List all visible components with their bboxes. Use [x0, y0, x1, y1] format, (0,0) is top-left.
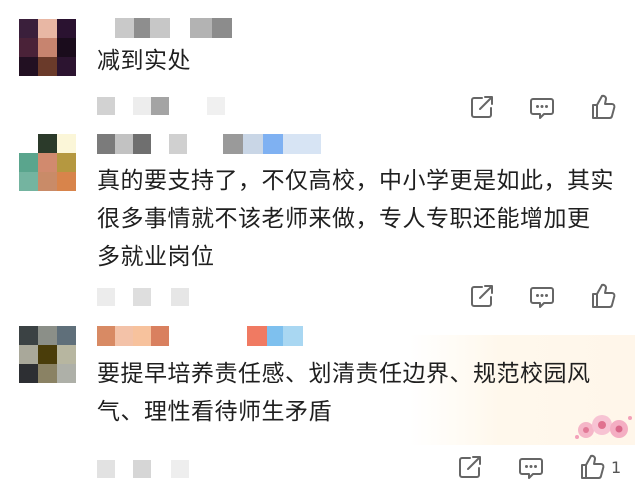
avatar-pixel — [19, 57, 38, 76]
redacted-pixel — [169, 326, 209, 346]
share-button[interactable] — [467, 281, 497, 311]
redacted-pixel — [115, 326, 133, 346]
username-redacted — [115, 18, 232, 38]
redacted-pixel — [263, 134, 283, 154]
redacted-pixel — [97, 460, 115, 478]
comment-text: 要提早培养责任感、划清责任边界、规范校园风 气、理性看待师生矛盾 — [97, 361, 591, 425]
redacted-pixel — [133, 460, 151, 478]
avatar-pixel — [19, 345, 38, 364]
redacted-pixel — [115, 288, 133, 306]
avatar-pixel — [38, 172, 57, 191]
avatar-pixel — [19, 38, 38, 57]
avatar-pixel — [19, 326, 38, 345]
redacted-pixel — [209, 326, 247, 346]
redacted-pixel — [190, 18, 212, 38]
redacted-pixel — [97, 134, 115, 154]
redacted-pixel — [150, 18, 170, 38]
redacted-pixel — [169, 97, 207, 115]
share-icon — [471, 96, 493, 118]
redacted-pixel — [171, 460, 189, 478]
redacted-pixel — [115, 18, 134, 38]
redacted-pixel — [115, 134, 133, 154]
redacted-pixel — [97, 326, 115, 346]
redacted-pixel — [223, 134, 243, 154]
avatar-pixel — [57, 19, 76, 38]
redacted-pixel — [171, 288, 189, 306]
avatar-pixel — [57, 345, 76, 364]
redacted-pixel — [134, 18, 150, 38]
redacted-pixel — [115, 97, 133, 115]
avatar-pixel — [38, 364, 57, 383]
redacted-pixel — [133, 288, 151, 306]
comment-text: 减到实处 — [97, 48, 191, 74]
comment-icon — [530, 98, 554, 119]
avatar-pixel — [57, 57, 76, 76]
avatar-pixel — [19, 153, 38, 172]
username-redacted — [97, 326, 303, 346]
avatar-pixel — [38, 19, 57, 38]
comment-icon — [530, 287, 554, 308]
redacted-pixel — [283, 134, 321, 154]
avatar-pixel — [19, 172, 38, 191]
avatar-pixel — [57, 38, 76, 57]
avatar-pixel — [57, 153, 76, 172]
redacted-pixel — [97, 288, 115, 306]
redacted-pixel — [133, 134, 151, 154]
redacted-pixel — [151, 97, 169, 115]
avatar-pixel — [38, 326, 57, 345]
redacted-pixel — [115, 460, 133, 478]
redacted-pixel — [151, 134, 169, 154]
comment-meta-redacted — [97, 288, 189, 306]
avatar[interactable] — [19, 19, 76, 76]
reply-button[interactable] — [527, 281, 557, 311]
share-icon — [471, 285, 493, 307]
avatar-pixel — [57, 364, 76, 383]
redacted-pixel — [283, 326, 303, 346]
reply-button[interactable] — [527, 92, 557, 122]
redacted-pixel — [207, 97, 225, 115]
redacted-pixel — [267, 326, 283, 346]
avatar-pixel — [57, 134, 76, 153]
like-button[interactable] — [588, 92, 618, 122]
thumbs-up-icon — [592, 283, 616, 308]
avatar[interactable] — [19, 134, 76, 191]
redacted-pixel — [247, 326, 267, 346]
redacted-pixel — [243, 134, 263, 154]
like-button[interactable] — [588, 281, 618, 311]
like-count: 1 — [611, 458, 622, 477]
redacted-pixel — [170, 18, 190, 38]
redacted-pixel — [97, 97, 115, 115]
avatar-pixel — [38, 38, 57, 57]
redacted-pixel — [212, 18, 232, 38]
avatar-pixel — [38, 134, 57, 153]
comment-meta-redacted — [97, 97, 225, 115]
comment-meta-redacted — [97, 460, 189, 478]
avatar-pixel — [57, 172, 76, 191]
avatar-pixel — [38, 345, 57, 364]
redacted-pixel — [133, 326, 151, 346]
avatar-pixel — [38, 57, 57, 76]
avatar-pixel — [19, 364, 38, 383]
avatar-pixel — [38, 153, 57, 172]
redacted-pixel — [133, 97, 151, 115]
comment-text: 真的要支持了，不仅高校，中小学更是如此，其实 很多事情就不该老师来做，专人专职还… — [97, 168, 614, 270]
redacted-pixel — [151, 288, 171, 306]
redacted-pixel — [151, 460, 171, 478]
share-button[interactable] — [467, 92, 497, 122]
redacted-pixel — [151, 326, 169, 346]
avatar[interactable] — [19, 326, 76, 383]
redacted-pixel — [169, 134, 187, 154]
avatar-pixel — [19, 134, 38, 153]
username-redacted — [97, 134, 321, 154]
thumbs-up-icon — [592, 94, 616, 119]
redacted-pixel — [187, 134, 223, 154]
avatar-pixel — [19, 19, 38, 38]
avatar-pixel — [57, 326, 76, 345]
